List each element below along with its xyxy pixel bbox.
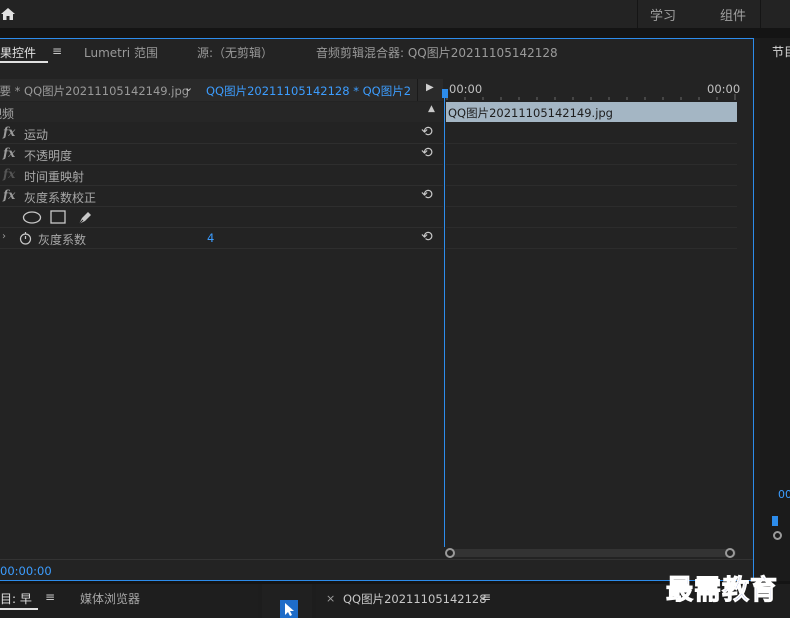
collapse-up-icon[interactable]: ▲ — [428, 104, 435, 114]
effect-row-gamma-correction[interactable]: fx 灰度系数校正 ⟲ — [0, 186, 443, 207]
workspace-divider — [637, 0, 638, 28]
tab-source[interactable]: 源:（无剪辑） — [197, 44, 273, 61]
effect-row-time-remapping[interactable]: fx 时间重映射 — [0, 165, 443, 186]
playhead-handle[interactable] — [442, 89, 448, 98]
property-value[interactable]: 4 — [207, 231, 214, 245]
timeline-row — [446, 228, 737, 249]
clip-header-row: 主要 * QQ图片20211105142149.jpg ⌄ QQ图片202111… — [0, 79, 443, 101]
active-tab-underline — [0, 608, 38, 610]
timeline-row — [446, 207, 737, 228]
video-section-label: 视频 — [0, 107, 15, 121]
pen-mask-icon[interactable] — [77, 209, 94, 226]
ruler-ticks — [446, 94, 736, 100]
workspace-learning[interactable]: 学习 — [650, 5, 676, 24]
video-section-header[interactable]: 视频 ▲ — [0, 102, 443, 122]
sequence-clip-label[interactable]: QQ图片20211105142128 * QQ图片2… — [206, 83, 411, 99]
selection-tool-icon[interactable] — [280, 600, 298, 618]
master-clip-label[interactable]: 主要 * QQ图片20211105142149.jpg — [0, 83, 189, 99]
close-icon[interactable]: × — [326, 592, 335, 605]
footer-separator — [0, 559, 753, 560]
tab-media-browser[interactable]: 媒体浏览器 — [80, 590, 140, 607]
workspace-divider — [760, 0, 761, 28]
mask-tools-row — [0, 207, 443, 228]
fx-toggle-icon[interactable]: fx — [3, 167, 15, 181]
tab-effect-controls[interactable]: 效果控件 — [0, 44, 36, 61]
tab-audio-clip-mixer[interactable]: 音频剪辑混合器: QQ图片20211105142128 — [316, 44, 558, 61]
panel-divider — [0, 28, 790, 38]
active-tab-underline — [0, 61, 48, 63]
panel-menu-icon[interactable]: ≡ — [481, 590, 491, 604]
timeline-row — [446, 123, 737, 144]
timeline-row — [446, 144, 737, 165]
project-panel: 项目: 早 ≡ 媒体浏览器 — [0, 584, 258, 618]
property-row-gamma[interactable]: › 灰度系数 4 ⟲ — [0, 228, 443, 249]
effect-controls-panel: 效果控件 ≡ Lumetri 范围 源:（无剪辑） 音频剪辑混合器: QQ图片2… — [0, 38, 754, 581]
reset-icon[interactable]: ⟲ — [421, 124, 433, 140]
panel-tabs: 效果控件 ≡ Lumetri 范围 源:（无剪辑） 音频剪辑混合器: QQ图片2… — [0, 39, 753, 65]
effect-name: 灰度系数校正 — [24, 191, 97, 205]
tab-program[interactable]: 节目 — [772, 43, 790, 60]
home-icon[interactable] — [0, 6, 16, 22]
stopwatch-icon[interactable] — [19, 231, 32, 245]
scrollbar-left-handle[interactable] — [445, 548, 455, 558]
header-separator — [417, 79, 418, 101]
workspace-assembly[interactable]: 组件 — [720, 5, 746, 24]
fx-toggle-icon[interactable]: fx — [3, 146, 15, 160]
program-scroll-handle[interactable] — [773, 531, 782, 540]
timeline-clip-label: QQ图片20211105142149.jpg — [448, 106, 613, 120]
panel-menu-icon[interactable]: ≡ — [45, 590, 55, 604]
effect-name: 不透明度 — [24, 149, 73, 163]
timeline-clip-bar[interactable]: QQ图片20211105142149.jpg — [446, 102, 737, 122]
timeline-row — [446, 186, 737, 207]
fx-toggle-icon[interactable]: fx — [3, 188, 15, 202]
program-timecode[interactable]: 00 — [778, 488, 790, 501]
reset-icon[interactable]: ⟲ — [421, 187, 433, 203]
ellipse-mask-icon[interactable] — [22, 211, 42, 224]
tab-project[interactable]: 项目: 早 — [0, 590, 32, 607]
playhead-line[interactable] — [444, 89, 445, 547]
program-monitor-panel: 节目 00 — [760, 38, 790, 583]
reset-icon[interactable]: ⟲ — [421, 229, 433, 245]
current-timecode[interactable]: 00:00:00 — [0, 564, 52, 578]
watermark-logo: 最需教育 — [666, 575, 778, 607]
fx-toggle-icon[interactable]: fx — [3, 125, 15, 139]
rectangle-mask-icon[interactable] — [50, 210, 66, 224]
reset-icon[interactable]: ⟲ — [421, 145, 433, 161]
chevron-down-icon[interactable]: ⌄ — [184, 81, 193, 94]
panel-menu-icon[interactable]: ≡ — [52, 44, 62, 58]
chevron-right-icon[interactable]: › — [2, 231, 6, 242]
tools-panel — [262, 584, 312, 618]
timeline-zoom-scrollbar[interactable] — [446, 549, 736, 557]
effect-row-motion[interactable]: fx 运动 ⟲ — [0, 123, 443, 144]
play-triangle-icon[interactable]: ▶ — [426, 82, 434, 93]
property-name: 灰度系数 — [38, 233, 87, 247]
effect-row-opacity[interactable]: fx 不透明度 ⟲ — [0, 144, 443, 165]
tab-sequence[interactable]: QQ图片20211105142128 — [343, 591, 487, 607]
effect-name: 时间重映射 — [24, 170, 85, 184]
program-playhead[interactable] — [772, 516, 778, 526]
scrollbar-right-handle[interactable] — [725, 548, 735, 558]
top-bar: 学习 组件 — [0, 0, 790, 28]
tab-lumetri-scopes[interactable]: Lumetri 范围 — [84, 44, 158, 61]
effect-name: 运动 — [24, 128, 49, 142]
timeline-row — [446, 165, 737, 186]
